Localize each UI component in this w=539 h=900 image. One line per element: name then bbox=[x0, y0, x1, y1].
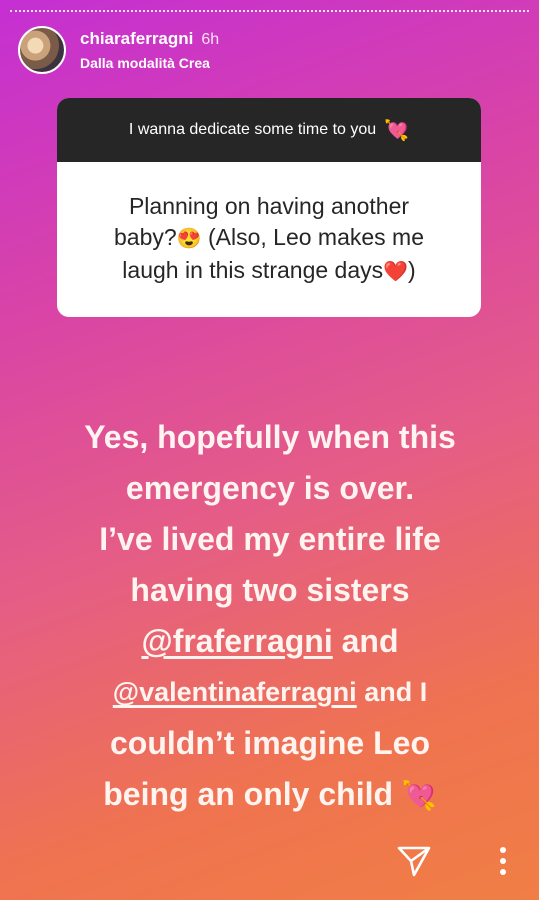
answer-line-1: Yes, hopefully when this bbox=[84, 419, 456, 455]
send-icon[interactable] bbox=[396, 843, 432, 879]
heart-eyes-emoji: 😍 bbox=[176, 228, 202, 250]
heart-arrow-emoji: 💘 bbox=[401, 780, 437, 811]
username[interactable]: chiaraferragni bbox=[80, 29, 193, 49]
question-line-2: baby? bbox=[114, 224, 177, 250]
answer-line-5b: and bbox=[332, 623, 399, 659]
more-options-icon[interactable] bbox=[488, 843, 518, 879]
heart-arrow-icon: 💘 bbox=[384, 119, 410, 142]
question-line-2b: (Also, Leo makes me bbox=[201, 224, 424, 250]
story-header: chiaraferragni 6h Dalla modalità Crea bbox=[18, 26, 219, 74]
answer-line-7: couldn’t imagine Leo bbox=[109, 725, 430, 761]
answer-text: Yes, hopefully when this emergency is ov… bbox=[20, 412, 520, 821]
red-heart-emoji: ❤️ bbox=[383, 261, 409, 283]
question-text: Planning on having another baby?😍 (Also,… bbox=[57, 162, 481, 317]
story-meta: chiaraferragni 6h Dalla modalità Crea bbox=[80, 29, 219, 71]
question-sticker: I wanna dedicate some time to you 💘 Plan… bbox=[57, 98, 481, 317]
answer-line-8: being an only child bbox=[103, 776, 394, 812]
mention-valentinaferragni[interactable]: @valentinaferragni bbox=[113, 677, 357, 707]
question-line-1: Planning on having another bbox=[128, 193, 410, 219]
answer-line-6b: and I bbox=[356, 677, 428, 707]
answer-line-4: having two sisters bbox=[130, 572, 410, 608]
answer-line-2: emergency is over. bbox=[125, 470, 415, 506]
prompt-text: I wanna dedicate some time to you bbox=[128, 121, 377, 138]
answer-line-3: I’ve lived my entire life bbox=[99, 521, 441, 557]
avatar[interactable] bbox=[18, 26, 66, 74]
question-line-3b: ) bbox=[408, 257, 416, 283]
story-progress-bar bbox=[10, 10, 529, 12]
create-mode-label[interactable]: Dalla modalità Crea bbox=[80, 55, 219, 71]
question-line-3: laugh in this strange days bbox=[122, 257, 384, 283]
mention-fraferragni[interactable]: @fraferragni bbox=[141, 623, 332, 659]
timestamp: 6h bbox=[201, 31, 220, 48]
question-sticker-prompt: I wanna dedicate some time to you 💘 bbox=[57, 98, 481, 162]
